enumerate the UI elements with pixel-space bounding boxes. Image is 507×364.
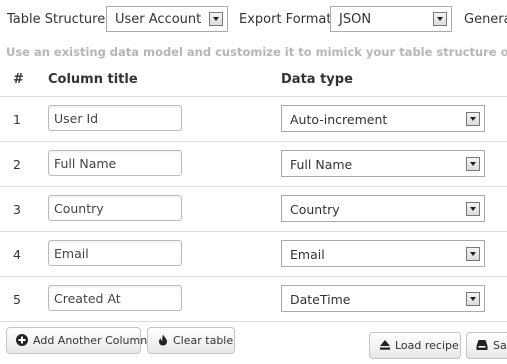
data-type-value: Auto-increment — [290, 112, 388, 127]
row-number: 5 — [13, 292, 21, 307]
table-row: 3 Country — [0, 187, 507, 232]
fire-icon — [159, 334, 167, 346]
export-format-select[interactable]: JSON — [330, 6, 452, 32]
data-type-value: Full Name — [290, 157, 353, 172]
save-label: Sa — [493, 339, 507, 352]
data-type-value: DateTime — [290, 292, 351, 307]
table-row: 5 DateTime — [0, 277, 507, 322]
chevron-down-icon — [466, 157, 480, 171]
header-data-type: Data type — [281, 72, 353, 87]
data-type-select[interactable]: Full Name — [281, 150, 485, 177]
header-index: # — [13, 72, 24, 87]
data-type-select[interactable]: Email — [281, 240, 485, 267]
row-number: 3 — [13, 202, 21, 217]
clear-table-label: Clear table — [173, 334, 234, 347]
data-type-value: Country — [290, 202, 340, 217]
export-format-label: Export Format: — [239, 12, 336, 27]
save-button[interactable]: Sa — [466, 332, 507, 359]
column-title-input[interactable] — [48, 150, 182, 176]
data-generator-page: Table Structure: User Account Export For… — [0, 0, 507, 364]
clear-table-button[interactable]: Clear table — [147, 327, 235, 354]
data-type-value: Email — [290, 247, 325, 262]
column-title-input[interactable] — [48, 285, 182, 311]
column-title-input[interactable] — [48, 105, 182, 131]
table-row: 4 Email — [0, 232, 507, 277]
plus-circle-icon — [16, 334, 28, 346]
chevron-down-icon — [209, 12, 223, 26]
table-structure-value: User Account — [115, 12, 202, 27]
load-recipe-button[interactable]: Load recipe — [369, 332, 461, 359]
export-format-value: JSON — [339, 12, 372, 27]
table-structure-label: Table Structure: — [7, 12, 110, 27]
table-row: 1 Auto-increment — [0, 97, 507, 142]
row-number: 2 — [13, 157, 21, 172]
add-column-label: Add Another Column — [33, 334, 148, 347]
chevron-down-icon — [433, 12, 447, 26]
table-header: # Column title Data type — [0, 62, 507, 97]
data-type-select[interactable]: Country — [281, 195, 485, 222]
table-structure-select[interactable]: User Account — [106, 6, 228, 32]
toolbar: Table Structure: User Account Export For… — [0, 5, 507, 33]
column-title-input[interactable] — [48, 195, 182, 221]
column-title-input[interactable] — [48, 240, 182, 266]
chevron-down-icon — [466, 292, 480, 306]
inbox-icon — [476, 340, 488, 350]
row-number: 4 — [13, 247, 21, 262]
chevron-down-icon — [466, 202, 480, 216]
load-recipe-label: Load recipe — [395, 339, 459, 352]
header-column-title: Column title — [48, 72, 138, 87]
chevron-down-icon — [466, 112, 480, 126]
eject-icon — [380, 340, 390, 350]
add-column-button[interactable]: Add Another Column — [6, 327, 147, 354]
generate-label: Genera — [464, 12, 507, 27]
data-type-select[interactable]: DateTime — [281, 285, 485, 312]
row-number: 1 — [13, 112, 21, 127]
table-row: 2 Full Name — [0, 142, 507, 187]
chevron-down-icon — [466, 247, 480, 261]
hint-text: Use an existing data model and customize… — [6, 45, 507, 59]
data-type-select[interactable]: Auto-increment — [281, 105, 485, 132]
